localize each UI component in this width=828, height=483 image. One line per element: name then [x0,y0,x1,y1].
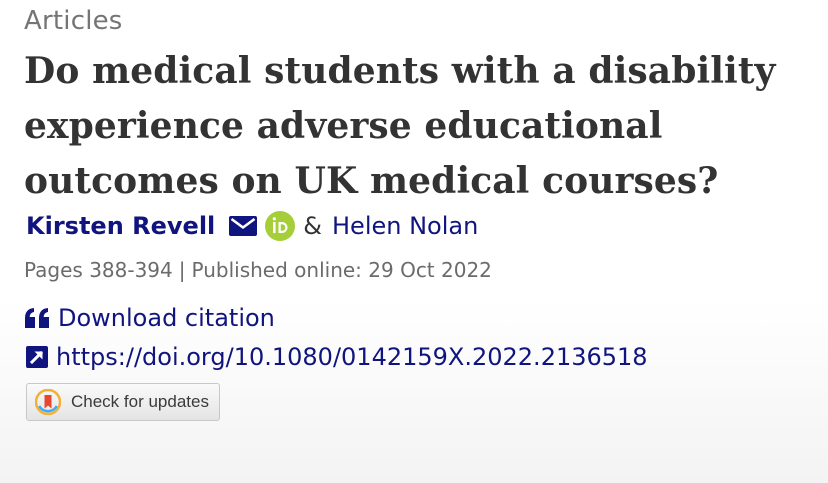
download-citation-row: Download citation [24,304,275,332]
check-for-updates-button[interactable]: Check for updates [26,383,220,421]
author-link-helen-nolan[interactable]: Helen Nolan [332,212,478,240]
author-separator: & [303,212,322,240]
publication-meta: Pages 388-394 | Published online: 29 Oct 2… [24,258,492,282]
check-for-updates-label: Check for updates [71,392,209,411]
external-link-icon [26,346,48,368]
article-title: Do medical students with a disability ex… [24,50,776,202]
author-link-kirsten-revell[interactable]: Kirsten Revell [26,212,215,240]
author-list: Kirsten Revell & Helen Nolan [26,208,478,244]
meta-separator: | [178,258,186,282]
quote-icon [25,308,49,328]
doi-row: https://doi.org/10.1080/0142159X.2022.21… [24,343,648,371]
page-range: Pages 388-394 [24,258,173,282]
download-citation-link[interactable]: Download citation [58,304,275,332]
orcid-icon[interactable] [265,211,296,241]
doi-link[interactable]: https://doi.org/10.1080/0142159X.2022.21… [56,343,648,371]
envelope-icon[interactable] [229,216,258,236]
crossmark-icon [35,389,61,415]
published-date: Published online: 29 Oct 2022 [191,258,492,282]
article-type-label: Articles [24,6,123,36]
